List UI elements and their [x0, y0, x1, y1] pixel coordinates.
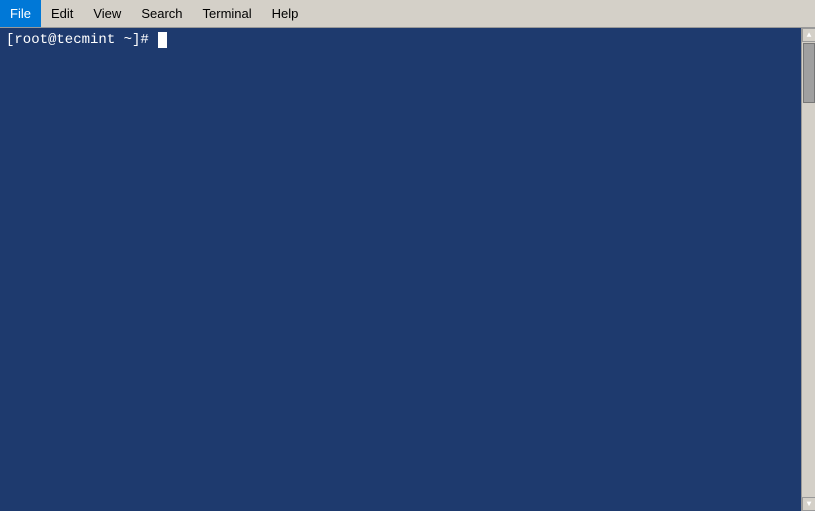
scroll-track[interactable]: [802, 42, 815, 497]
menu-terminal[interactable]: Terminal: [193, 0, 262, 27]
scroll-up-button[interactable]: ▲: [802, 28, 815, 42]
scroll-thumb[interactable]: [803, 43, 815, 103]
terminal-prompt-line: [root@tecmint ~]#: [6, 32, 809, 48]
menu-edit[interactable]: Edit: [41, 0, 83, 27]
menu-view[interactable]: View: [83, 0, 131, 27]
prompt-text: [root@tecmint ~]#: [6, 32, 157, 48]
scrollbar[interactable]: ▲ ▼: [801, 28, 815, 511]
terminal-area[interactable]: [root@tecmint ~]# ▲ ▼: [0, 28, 815, 511]
scroll-down-button[interactable]: ▼: [802, 497, 815, 511]
menu-file[interactable]: File: [0, 0, 41, 27]
menubar: File Edit View Search Terminal Help: [0, 0, 815, 28]
menu-search[interactable]: Search: [131, 0, 192, 27]
menu-help[interactable]: Help: [262, 0, 309, 27]
terminal-cursor: [158, 32, 167, 48]
